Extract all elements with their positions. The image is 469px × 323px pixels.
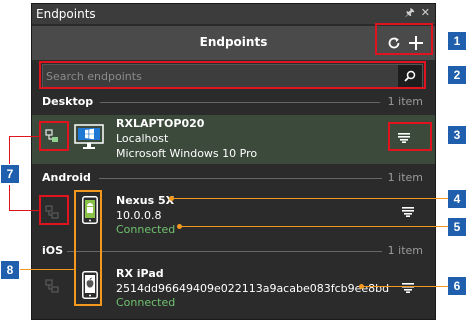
device-menu-icon[interactable] <box>402 207 414 217</box>
section-desktop: Desktop 1 item <box>42 95 423 111</box>
android-device-ip: 10.0.0.8 <box>116 209 162 222</box>
callout-4: 4 <box>448 190 466 208</box>
section-desktop-name: Desktop <box>42 95 94 108</box>
highlight-box-2 <box>39 61 426 89</box>
section-android-count: 1 item <box>387 171 423 184</box>
desktop-device-name: RXLAPTOP020 <box>116 117 205 130</box>
device-menu-icon[interactable] <box>402 283 414 293</box>
ios-device-status: Connected <box>116 296 176 309</box>
callout-1: 1 <box>448 32 466 50</box>
highlight-box-8 <box>74 190 102 306</box>
panel-titlebar: Endpoints 🖈 ✕ <box>32 4 435 24</box>
callout-6: 6 <box>448 277 466 295</box>
android-device-name: Nexus 5X <box>116 194 175 207</box>
section-android-name: Android <box>42 171 91 184</box>
callout-2: 2 <box>448 66 466 84</box>
highlight-box-1 <box>375 23 433 55</box>
section-android: Android 1 item <box>42 171 423 187</box>
pin-icon[interactable]: 🖈 <box>405 6 415 20</box>
callout-5: 5 <box>448 218 466 236</box>
desktop-device-os: Microsoft Windows 10 Pro <box>116 147 258 160</box>
section-desktop-count: 1 item <box>387 95 423 108</box>
highlight-box-7b <box>39 195 69 225</box>
ios-device-udid: 2514dd96649409e022113a9acabe083fcb9ee8bd <box>116 282 390 295</box>
callout-7: 7 <box>1 165 19 183</box>
callout-8: 8 <box>1 261 19 279</box>
ios-device-name: RX iPad <box>116 267 164 280</box>
close-icon[interactable]: ✕ <box>421 6 430 20</box>
windows-desktop-icon <box>74 124 104 149</box>
highlight-box-7a <box>39 121 69 151</box>
callout-3: 3 <box>448 126 466 144</box>
select-endpoint-disabled-icon[interactable] <box>45 279 59 293</box>
android-device-status: Connected <box>116 223 176 236</box>
section-ios-name: iOS <box>42 244 64 257</box>
section-ios-count: 1 item <box>387 244 423 257</box>
highlight-box-3 <box>388 122 432 151</box>
desktop-device-host: Localhost <box>116 132 169 145</box>
panel-title: Endpoints <box>36 7 96 21</box>
